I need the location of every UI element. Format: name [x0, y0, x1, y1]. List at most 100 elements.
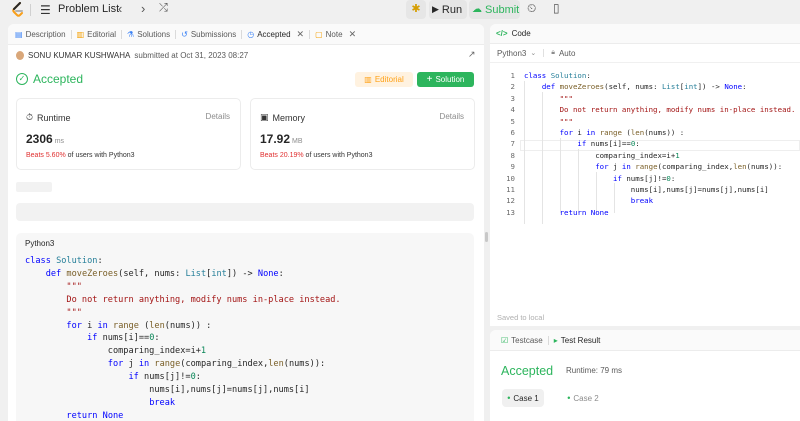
runtime-card[interactable]: ⏱ Runtime Details 2306 ms Beats 5.60% of …: [16, 98, 241, 170]
add-solution-button[interactable]: + Solution: [417, 72, 474, 87]
submitted-code-line: if nums[i]==0:: [87, 333, 160, 344]
runtime-details-link[interactable]: Details: [206, 112, 230, 121]
line-number: 3: [510, 93, 515, 103]
timer-icon[interactable]: ⏲: [527, 1, 536, 16]
editor-code-line: nums[i],nums[j]=nums[j],nums[i]: [524, 185, 769, 195]
tab-label: Testcase: [511, 335, 543, 345]
leetcode-logo-icon[interactable]: [11, 2, 25, 18]
toolbar-divider: [543, 49, 545, 57]
submitted-code-line: class Solution:: [25, 256, 103, 266]
tab-submissions[interactable]: ↺ Submissions: [176, 24, 241, 45]
saved-status: Saved to local: [497, 313, 545, 322]
tab-label: Accepted: [257, 29, 291, 39]
tab-editorial[interactable]: ▥ Editorial: [72, 24, 121, 45]
tab-note[interactable]: ▢ Note ✕: [310, 24, 361, 45]
cloud-upload-icon: ☁: [472, 4, 482, 15]
note-icon: ▢: [315, 29, 323, 39]
submitter-name[interactable]: SONU KUMAR KUSHWAHA: [28, 51, 130, 60]
editor-code-line: """: [524, 116, 573, 126]
editor-code-line: Do not return anything, modify nums in-p…: [524, 105, 796, 115]
editor-code-line: for j in range(comparing_index,len(nums)…: [595, 162, 783, 172]
run-button[interactable]: ▶ Run: [429, 0, 467, 19]
case-label: Case 1: [513, 393, 539, 403]
result-status: Accepted: [501, 364, 554, 378]
tab-testcase[interactable]: ☑ Testcase: [496, 336, 548, 345]
code-editor-panel: </> Code Python3 ⌄ 🔒︎ Auto 1 2 3 4 5 6 7 8 9 10 11…: [490, 24, 800, 326]
lock-icon: 🔒︎: [551, 49, 555, 56]
submitted-code-line: comparing_index=i+1: [25, 346, 207, 357]
shuffle-icon[interactable]: ⤮: [159, 2, 168, 15]
memory-unit: MB: [292, 138, 303, 145]
chip-icon: ▣: [260, 112, 269, 122]
external-link-icon[interactable]: ↗: [468, 49, 476, 60]
memory-header: ▣ Memory: [260, 112, 305, 123]
submitted-code-block[interactable]: class Solution: def moveZeroes(self, num…: [25, 255, 341, 421]
editor-code-line: break: [630, 196, 654, 206]
line-number: 9: [510, 162, 515, 172]
editor-code-text[interactable]: class Solution: def moveZeroes(self, num…: [524, 70, 795, 218]
editor-code-line: if nums[j]!=0:: [613, 173, 676, 183]
problem-list-link[interactable]: Problem List: [58, 3, 119, 15]
tab-accepted[interactable]: ◷ Accepted ✕: [242, 24, 309, 45]
prev-problem-chevron-icon[interactable]: ‹: [118, 1, 122, 16]
autocomplete-mode[interactable]: Auto: [559, 49, 575, 58]
memory-details-link[interactable]: Details: [440, 112, 464, 121]
submitted-code-line: def moveZeroes(self, nums: List[int]) ->…: [45, 268, 284, 279]
code-tab-label[interactable]: Code: [512, 29, 531, 38]
list-icon[interactable]: ☰: [40, 3, 51, 17]
memory-beats-percent: Beats 20.19%: [260, 152, 304, 159]
submit-button[interactable]: ☁ Submit: [469, 0, 520, 19]
line-number-gutter: 1 2 3 4 5 6 7 8 9 10 11 12 13: [498, 70, 515, 218]
memory-number: 17.92: [260, 132, 291, 146]
case-2-button[interactable]: • Case 2: [562, 389, 604, 407]
tab-solutions[interactable]: ⚗ Solutions: [122, 24, 175, 45]
document-icon: ▤: [15, 29, 23, 39]
language-select[interactable]: Python3: [497, 49, 526, 58]
history-icon: ↺: [181, 29, 188, 39]
code-language-label: Python3: [25, 239, 55, 248]
submitted-code-line: for i in range (len(nums)) :: [66, 320, 212, 331]
notes-icon[interactable]: ▯: [553, 1, 560, 15]
debug-button[interactable]: ✱: [406, 0, 426, 19]
run-label: Run: [441, 3, 463, 16]
solution-label: Solution: [435, 75, 465, 84]
panel-resize-handle[interactable]: [485, 232, 488, 242]
case-label: Case 2: [573, 393, 599, 403]
book-icon: ▥: [364, 75, 372, 84]
next-problem-chevron-icon[interactable]: ›: [141, 1, 145, 16]
bug-icon: ✱: [411, 3, 421, 15]
line-number: 1: [510, 71, 515, 80]
plus-icon: +: [426, 74, 433, 85]
submitted-code-line: if nums[j]!=0:: [128, 372, 201, 383]
tab-test-result[interactable]: ▸ Test Result: [549, 336, 606, 345]
runtime-number: 2306: [26, 132, 53, 146]
submitted-code-line: """: [25, 307, 82, 318]
submitted-code-line: return None: [66, 410, 124, 421]
topbar-divider: [30, 4, 31, 16]
chevron-down-icon[interactable]: ⌄: [530, 49, 536, 57]
memory-title: Memory: [272, 112, 306, 123]
close-icon[interactable]: ✕: [297, 29, 305, 40]
editorial-label: Editorial: [374, 75, 404, 84]
case-1-button[interactable]: • Case 1: [502, 389, 544, 407]
line-number: 4: [510, 105, 515, 115]
test-result-panel: ☑ Testcase ▸ Test Result Accepted Runtim…: [490, 330, 800, 421]
tab-label: Note: [325, 29, 343, 39]
editor-code-line: comparing_index=i+1: [524, 150, 680, 160]
memory-beats: Beats 20.19% of users with Python3: [260, 152, 372, 159]
close-icon[interactable]: ✕: [349, 29, 357, 40]
avatar[interactable]: [16, 51, 24, 60]
stopwatch-icon: ⏱: [26, 112, 34, 122]
terminal-icon: ▸: [553, 335, 558, 345]
memory-card[interactable]: ▣ Memory Details 17.92 MB Beats 20.19% of…: [250, 98, 475, 170]
code-tab-bar: </> Code: [490, 24, 800, 44]
runtime-title: Runtime: [37, 112, 71, 123]
loading-placeholder: [16, 182, 52, 192]
editorial-button[interactable]: ▥ Editorial: [355, 72, 413, 87]
editor-code-line: for i in range (len(nums)) :: [559, 128, 685, 138]
submitted-code-line: nums[i],nums[j]=nums[j],nums[i]: [25, 385, 310, 396]
code-editor[interactable]: 1 2 3 4 5 6 7 8 9 10 11 12 13 class Solution: def mo…: [490, 68, 800, 248]
tab-description[interactable]: ▤ Description: [10, 24, 71, 45]
checkbox-icon: ☑: [501, 335, 509, 345]
result-tab-bar: ☑ Testcase ▸ Test Result: [490, 330, 800, 351]
